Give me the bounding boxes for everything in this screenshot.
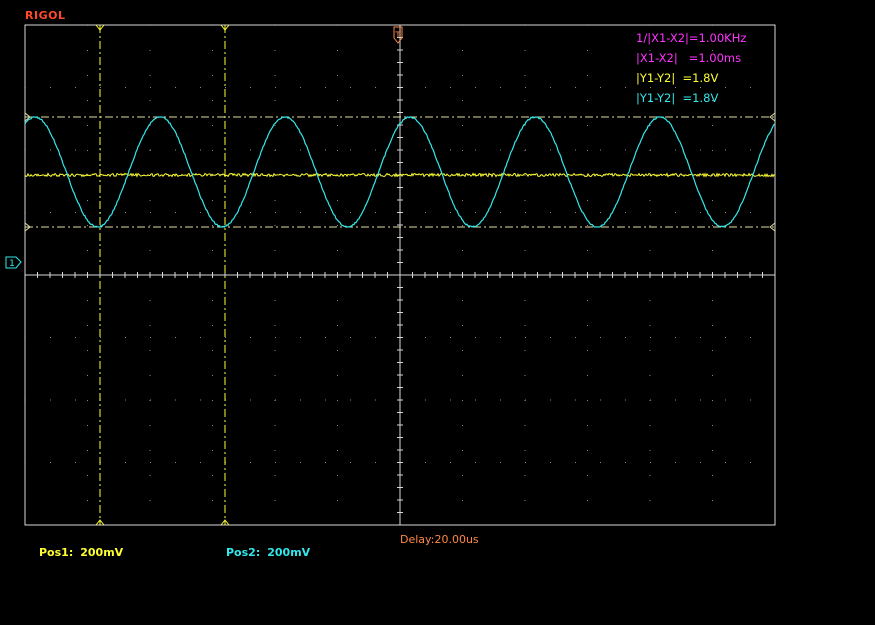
pos2-label: Pos2: <box>226 546 260 559</box>
channel-marker-label: 1 <box>9 259 15 269</box>
measure-dx: |X1-X2| =1.00ms <box>636 51 741 65</box>
waveform-display: T1 <box>0 0 875 625</box>
pos2-status: Pos2: 200mV <box>212 533 310 572</box>
delay-readout: Delay:20.00us <box>400 533 479 546</box>
markers: T1 <box>6 27 402 269</box>
pos1-label: Pos1: <box>39 546 73 559</box>
pos1-status: Pos1: 200mV <box>25 533 123 572</box>
measure-dy-ch1: |Y1-Y2| =1.8V <box>636 71 718 85</box>
measure-inverse-dx: 1/|X1-X2|=1.00KHz <box>636 31 746 45</box>
measure-dy-ch2: |Y1-Y2| =1.8V <box>636 91 718 105</box>
trigger-marker-label: T <box>394 31 401 41</box>
pos1-value: 200mV <box>80 546 123 559</box>
oscilloscope-screen: RIGOL T1 1/|X1-X2|=1.00KHz |X1-X2| =1.00… <box>0 0 875 625</box>
pos2-value: 200mV <box>267 546 310 559</box>
